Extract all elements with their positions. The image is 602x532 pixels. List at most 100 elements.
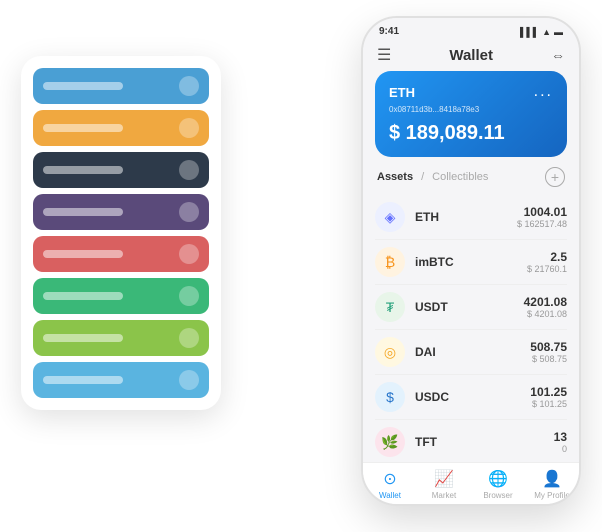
profile-nav-icon: 👤	[542, 469, 562, 489]
card-icon	[179, 202, 199, 222]
scene: 9:41 ▌▌▌ ▲ ▬ ☰ Wallet ⇔ ETH ... 0x08711d…	[21, 16, 581, 516]
asset-item-imbtc[interactable]: ₿ imBTC 2.5 $ 21760.1	[375, 240, 567, 285]
asset-name-imbtc: imBTC	[415, 255, 527, 269]
asset-usd-usdc: $ 101.25	[530, 399, 567, 409]
card-text	[43, 124, 123, 132]
card-icon	[179, 160, 199, 180]
wallet-card-blue[interactable]	[33, 68, 209, 104]
wifi-icon: ▲	[542, 27, 551, 37]
status-icons: ▌▌▌ ▲ ▬	[520, 27, 563, 37]
assets-tabs: Assets / Collectibles	[377, 171, 488, 183]
nav-profile[interactable]: 👤 My Profile	[525, 469, 579, 500]
asset-amount-tft: 13	[554, 430, 567, 444]
card-icon	[179, 76, 199, 96]
status-time: 9:41	[379, 26, 399, 37]
asset-item-tft[interactable]: 🌿 TFT 13 0	[375, 420, 567, 462]
asset-usd-tft: 0	[554, 444, 567, 454]
nav-market[interactable]: 📈 Market	[417, 469, 471, 500]
asset-name-dai: DAI	[415, 345, 530, 359]
asset-name-usdt: USDT	[415, 300, 524, 314]
asset-item-dai[interactable]: ◎ DAI 508.75 $ 508.75	[375, 330, 567, 375]
card-text	[43, 208, 123, 216]
card-icon	[179, 244, 199, 264]
card-text	[43, 376, 123, 384]
asset-values-dai: 508.75 $ 508.75	[530, 340, 567, 364]
market-nav-icon: 📈	[434, 469, 454, 489]
tft-icon: 🌿	[375, 427, 405, 457]
asset-amount-imbtc: 2.5	[527, 250, 567, 264]
add-asset-button[interactable]: +	[545, 167, 565, 187]
assets-header: Assets / Collectibles +	[363, 167, 579, 195]
card-text	[43, 166, 123, 174]
asset-values-eth: 1004.01 $ 162517.48	[517, 205, 567, 229]
market-nav-label: Market	[432, 491, 456, 500]
wallet-card-red[interactable]	[33, 236, 209, 272]
asset-values-tft: 13 0	[554, 430, 567, 454]
wallet-card-orange[interactable]	[33, 110, 209, 146]
asset-item-eth[interactable]: ◈ ETH 1004.01 $ 162517.48	[375, 195, 567, 240]
wallet-card-lightgreen[interactable]	[33, 320, 209, 356]
signal-icon: ▌▌▌	[520, 27, 539, 37]
menu-icon[interactable]: ☰	[377, 45, 391, 65]
status-bar: 9:41 ▌▌▌ ▲ ▬	[363, 18, 579, 41]
card-icon	[179, 328, 199, 348]
wallet-card-dark[interactable]	[33, 152, 209, 188]
asset-amount-dai: 508.75	[530, 340, 567, 354]
browser-nav-icon: 🌐	[488, 469, 508, 489]
card-text	[43, 82, 123, 90]
asset-amount-usdt: 4201.08	[524, 295, 567, 309]
phone-mockup: 9:41 ▌▌▌ ▲ ▬ ☰ Wallet ⇔ ETH ... 0x08711d…	[361, 16, 581, 506]
bottom-nav: ⊙ Wallet 📈 Market 🌐 Browser 👤 My Profile	[363, 462, 579, 504]
asset-name-eth: ETH	[415, 210, 517, 224]
wallet-nav-label: Wallet	[379, 491, 401, 500]
card-icon	[179, 370, 199, 390]
imbtc-icon: ₿	[375, 247, 405, 277]
nav-browser[interactable]: 🌐 Browser	[471, 469, 525, 500]
asset-usd-imbtc: $ 21760.1	[527, 264, 567, 274]
eth-balance: $ 189,089.11	[389, 122, 553, 145]
asset-name-usdc: USDC	[415, 390, 530, 404]
wallet-card-green[interactable]	[33, 278, 209, 314]
asset-values-usdt: 4201.08 $ 4201.08	[524, 295, 567, 319]
eth-card-label: ETH	[389, 85, 415, 100]
nav-wallet[interactable]: ⊙ Wallet	[363, 469, 417, 500]
eth-card-menu[interactable]: ...	[534, 83, 553, 101]
phone-content: ETH ... 0x08711d3b...8418a78e3 $ 189,089…	[363, 71, 579, 504]
phone-header: ☰ Wallet ⇔	[363, 41, 579, 71]
wallet-card-purple[interactable]	[33, 194, 209, 230]
asset-usd-eth: $ 162517.48	[517, 219, 567, 229]
tab-assets[interactable]: Assets	[377, 171, 413, 183]
tab-collectibles[interactable]: Collectibles	[432, 171, 488, 183]
card-icon	[179, 118, 199, 138]
usdt-icon: ₮	[375, 292, 405, 322]
profile-nav-label: My Profile	[534, 491, 570, 500]
card-icon	[179, 286, 199, 306]
card-text	[43, 250, 123, 258]
battery-icon: ▬	[554, 27, 563, 37]
eth-address: 0x08711d3b...8418a78e3	[389, 105, 553, 114]
page-title: Wallet	[449, 47, 493, 64]
usdc-icon: $	[375, 382, 405, 412]
tab-divider: /	[421, 171, 424, 183]
eth-card-top: ETH ...	[389, 83, 553, 101]
dai-icon: ◎	[375, 337, 405, 367]
expand-icon[interactable]: ⇔	[551, 47, 565, 63]
asset-list: ◈ ETH 1004.01 $ 162517.48 ₿ imBTC 2.5 $ …	[363, 195, 579, 462]
asset-item-usdt[interactable]: ₮ USDT 4201.08 $ 4201.08	[375, 285, 567, 330]
asset-usd-usdt: $ 4201.08	[524, 309, 567, 319]
eth-card[interactable]: ETH ... 0x08711d3b...8418a78e3 $ 189,089…	[375, 71, 567, 157]
asset-values-imbtc: 2.5 $ 21760.1	[527, 250, 567, 274]
card-stack	[21, 56, 221, 410]
asset-name-tft: TFT	[415, 435, 554, 449]
card-text	[43, 292, 123, 300]
asset-usd-dai: $ 508.75	[530, 354, 567, 364]
asset-item-usdc[interactable]: $ USDC 101.25 $ 101.25	[375, 375, 567, 420]
asset-values-usdc: 101.25 $ 101.25	[530, 385, 567, 409]
wallet-card-lightblue[interactable]	[33, 362, 209, 398]
browser-nav-label: Browser	[483, 491, 512, 500]
asset-amount-eth: 1004.01	[517, 205, 567, 219]
wallet-nav-icon: ⊙	[383, 469, 396, 489]
eth-icon: ◈	[375, 202, 405, 232]
card-text	[43, 334, 123, 342]
asset-amount-usdc: 101.25	[530, 385, 567, 399]
